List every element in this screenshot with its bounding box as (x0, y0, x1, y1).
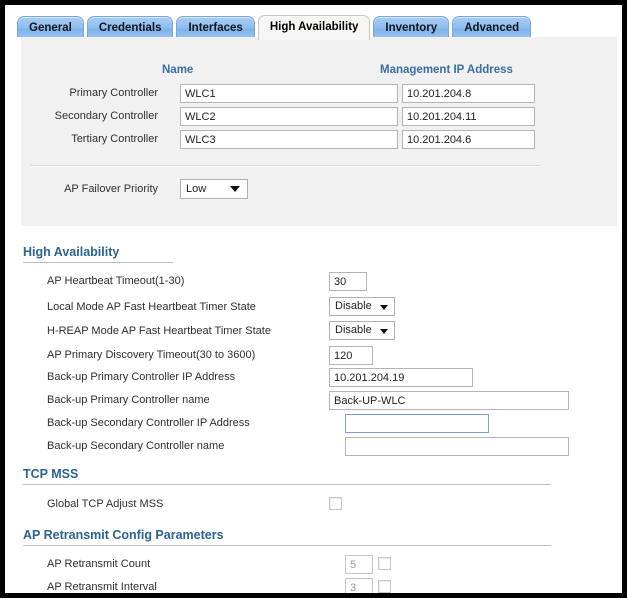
backup-secondary-ip-label: Back-up Secondary Controller IP Address (47, 417, 250, 429)
ap-primary-discovery-timeout-row: AP Primary Discovery Timeout(30 to 3600) (23, 345, 543, 367)
wlc-ap-config-window: General Credentials Interfaces High Avai… (0, 0, 627, 598)
global-tcp-adjust-mss-row: Global TCP Adjust MSS (23, 494, 543, 516)
backup-primary-ip-input[interactable] (329, 368, 473, 387)
backup-secondary-name-row: Back-up Secondary Controller name (23, 436, 569, 458)
tcp-mss-section-header: TCP MSS (23, 467, 551, 485)
section-title-high-availability: High Availability (23, 245, 120, 259)
section-title-tcp-mss: TCP MSS (23, 467, 79, 481)
local-mode-fast-heartbeat-label: Local Mode AP Fast Heartbeat Timer State (47, 301, 256, 313)
ap-retransmit-count-checkbox[interactable] (378, 557, 391, 570)
backup-primary-name-input[interactable] (329, 391, 569, 410)
ap-retransmit-count-input[interactable] (345, 555, 373, 574)
ap-primary-discovery-timeout-input[interactable] (329, 346, 373, 365)
hreap-mode-fast-heartbeat-label: H-REAP Mode AP Fast Heartbeat Timer Stat… (47, 325, 271, 337)
tab-bar: General Credentials Interfaces High Avai… (10, 10, 622, 40)
secondary-controller-name-input[interactable] (180, 107, 398, 126)
chevron-down-icon (230, 186, 240, 192)
ap-retransmit-section-header: AP Retransmit Config Parameters (23, 528, 551, 546)
backup-secondary-ip-input[interactable] (345, 414, 489, 433)
hreap-mode-fast-heartbeat-select[interactable]: Disable (329, 321, 395, 340)
panel-divider (30, 165, 540, 167)
local-mode-fast-heartbeat-row: Local Mode AP Fast Heartbeat Timer State… (23, 297, 543, 319)
ap-retransmit-interval-row: AP Retransmit Interval (23, 577, 543, 593)
local-mode-fast-heartbeat-select[interactable]: Disable (329, 297, 395, 316)
ap-retransmit-interval-checkbox[interactable] (378, 580, 391, 593)
ap-retransmit-count-row: AP Retransmit Count (23, 554, 543, 576)
tertiary-controller-name-input[interactable] (180, 130, 398, 149)
tab-high-availability-label: High Availability (269, 21, 359, 33)
tab-inventory-label: Inventory (385, 22, 438, 34)
backup-primary-name-row: Back-up Primary Controller name (23, 390, 569, 412)
chevron-down-icon (380, 328, 388, 334)
table-row-primary-controller: Primary Controller (30, 83, 550, 105)
secondary-controller-label: Secondary Controller (54, 110, 158, 122)
tab-general-label: General (29, 22, 72, 34)
column-header-name: Name (162, 64, 194, 76)
tertiary-controller-label: Tertiary Controller (71, 133, 158, 145)
global-tcp-adjust-mss-checkbox[interactable] (329, 497, 342, 510)
ap-retransmit-interval-label: AP Retransmit Interval (47, 581, 157, 593)
ap-retransmit-count-label: AP Retransmit Count (47, 558, 151, 570)
ap-primary-discovery-timeout-label: AP Primary Discovery Timeout(30 to 3600) (47, 349, 256, 361)
backup-primary-ip-label: Back-up Primary Controller IP Address (47, 371, 236, 383)
table-row-tertiary-controller: Tertiary Controller (30, 129, 550, 151)
hreap-mode-fast-heartbeat-row: H-REAP Mode AP Fast Heartbeat Timer Stat… (23, 321, 543, 343)
ap-failover-priority-label: AP Failover Priority (64, 183, 158, 195)
ap-heartbeat-timeout-input[interactable] (329, 272, 367, 291)
tertiary-controller-ip-input[interactable] (402, 130, 535, 149)
section-title-ap-retransmit: AP Retransmit Config Parameters (23, 528, 224, 542)
section-rule-ap-retransmit (23, 545, 551, 546)
section-rule-high-availability (23, 262, 173, 263)
ap-heartbeat-timeout-row: AP Heartbeat Timeout(1-30) (23, 271, 543, 293)
backup-secondary-ip-row: Back-up Secondary Controller IP Address (23, 413, 563, 435)
tab-advanced-label: Advanced (464, 22, 520, 34)
tab-credentials-label: Credentials (98, 22, 162, 34)
backup-primary-ip-row: Back-up Primary Controller IP Address (23, 367, 563, 389)
hreap-mode-fast-heartbeat-value: Disable (335, 324, 372, 336)
local-mode-fast-heartbeat-value: Disable (335, 300, 372, 312)
ap-retransmit-interval-input[interactable] (345, 578, 373, 593)
ap-heartbeat-timeout-label: AP Heartbeat Timeout(1-30) (47, 275, 185, 287)
tab-interfaces-label: Interfaces (188, 22, 243, 34)
ap-failover-priority-value: Low (186, 183, 207, 195)
backup-primary-name-label: Back-up Primary Controller name (47, 394, 210, 406)
backup-secondary-name-input[interactable] (345, 437, 569, 456)
section-rule-tcp-mss (23, 484, 551, 485)
high-availability-section-header: High Availability (23, 245, 173, 263)
global-tcp-adjust-mss-label: Global TCP Adjust MSS (47, 498, 164, 510)
ap-failover-priority-select[interactable]: Low (180, 179, 248, 199)
secondary-controller-ip-input[interactable] (402, 107, 535, 126)
ap-failover-priority-row: AP Failover Priority Low (30, 179, 550, 201)
tab-high-availability[interactable]: High Availability (257, 15, 371, 40)
primary-controller-ip-input[interactable] (402, 84, 535, 103)
table-row-secondary-controller: Secondary Controller (30, 106, 550, 128)
controller-assignment-panel: Name Management IP Address Primary Contr… (10, 37, 622, 226)
primary-controller-label: Primary Controller (69, 87, 158, 99)
column-header-management-ip: Management IP Address (380, 64, 513, 76)
primary-controller-name-input[interactable] (180, 84, 398, 103)
chevron-down-icon (380, 304, 388, 310)
backup-secondary-name-label: Back-up Secondary Controller name (47, 440, 225, 452)
